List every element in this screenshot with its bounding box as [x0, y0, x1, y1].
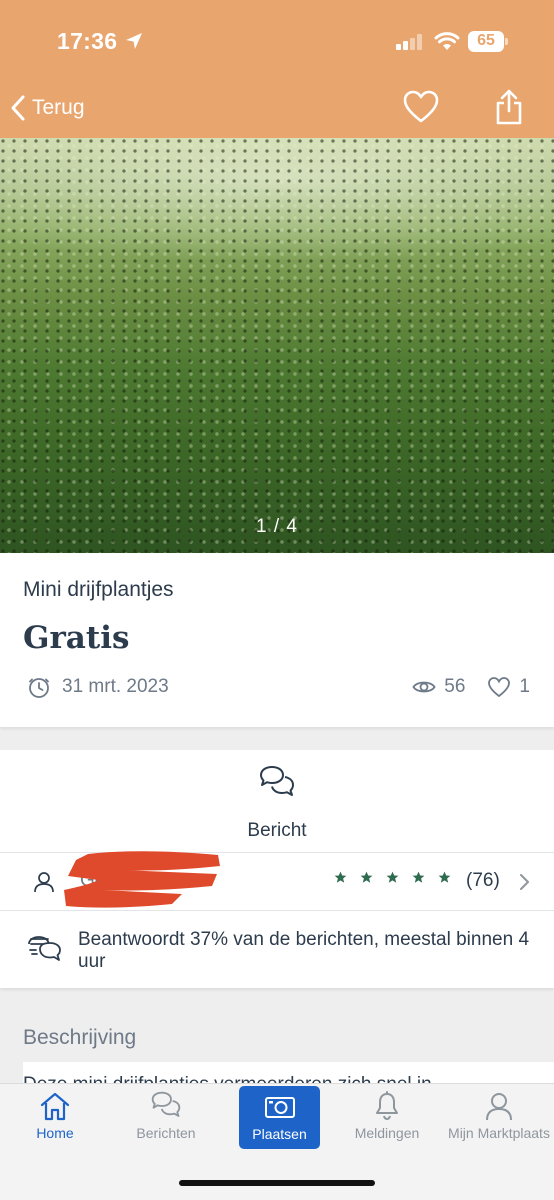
tab-label: Berichten	[136, 1125, 196, 1141]
back-button[interactable]: Terug	[10, 90, 85, 126]
redaction-scribble	[64, 851, 220, 908]
star-icon	[386, 871, 399, 883]
location-arrow-icon	[126, 33, 142, 49]
tab-home[interactable]: Home	[5, 1091, 105, 1141]
camera-icon	[264, 1097, 295, 1118]
listing-stats: 56 1	[412, 676, 530, 698]
tab-plaatsen[interactable]: Plaatsen	[239, 1086, 320, 1149]
view-count: 56	[444, 676, 466, 697]
chevron-left-icon	[11, 95, 25, 121]
photo-counter: 1 / 4	[256, 516, 298, 537]
listing-photo[interactable]: 1 / 4	[0, 138, 554, 553]
divider	[0, 910, 554, 911]
response-rate-text: Beantwoordt 37% van de berichten, meesta…	[78, 929, 530, 972]
chat-bubbles-icon	[151, 1091, 181, 1117]
response-chat-icon	[28, 936, 61, 961]
heart-outline-icon	[488, 677, 511, 698]
description-heading: Beschrijving	[23, 1026, 137, 1049]
tab-label: Mijn Marktplaats	[448, 1125, 550, 1141]
star-icon	[360, 871, 373, 883]
tab-mijn-marktplaats[interactable]: Mijn Marktplaats	[446, 1091, 552, 1141]
cellular-signal-icon	[396, 34, 422, 50]
star-icon	[412, 871, 425, 883]
star-icon	[334, 871, 347, 883]
bell-icon	[376, 1091, 398, 1121]
back-label: Terug	[32, 96, 85, 119]
user-icon	[34, 872, 54, 893]
home-indicator	[179, 1180, 375, 1186]
listing-title: Mini drijfplantjes	[23, 578, 174, 601]
status-time: 17:36	[57, 28, 118, 54]
eye-icon	[412, 681, 436, 693]
user-icon	[486, 1093, 512, 1121]
tab-label: Meldingen	[354, 1125, 420, 1141]
message-label: Bericht	[247, 820, 307, 841]
tab-label: Plaatsen	[252, 1126, 307, 1142]
wifi-icon	[434, 32, 460, 50]
tab-label: Home	[36, 1125, 74, 1141]
tab-meldingen[interactable]: Meldingen	[337, 1091, 437, 1141]
battery-icon: 65	[468, 31, 508, 52]
review-count: (76)	[466, 870, 500, 891]
battery-level: 65	[477, 32, 495, 49]
rating-stars	[334, 871, 464, 884]
chat-bubbles-icon	[260, 766, 294, 796]
clock-icon	[29, 678, 49, 698]
date-row: 31 mrt. 2023	[28, 676, 169, 698]
posted-date: 31 mrt. 2023	[62, 676, 169, 697]
share-icon[interactable]	[494, 88, 524, 126]
listing-price: Gratis	[23, 620, 130, 656]
tab-berichten[interactable]: Berichten	[116, 1091, 216, 1141]
star-icon	[438, 871, 451, 883]
heart-icon[interactable]	[402, 89, 440, 125]
photo-texture	[0, 138, 554, 553]
home-icon	[40, 1092, 70, 1121]
favorite-count: 1	[519, 676, 530, 697]
chevron-right-icon	[520, 874, 529, 890]
